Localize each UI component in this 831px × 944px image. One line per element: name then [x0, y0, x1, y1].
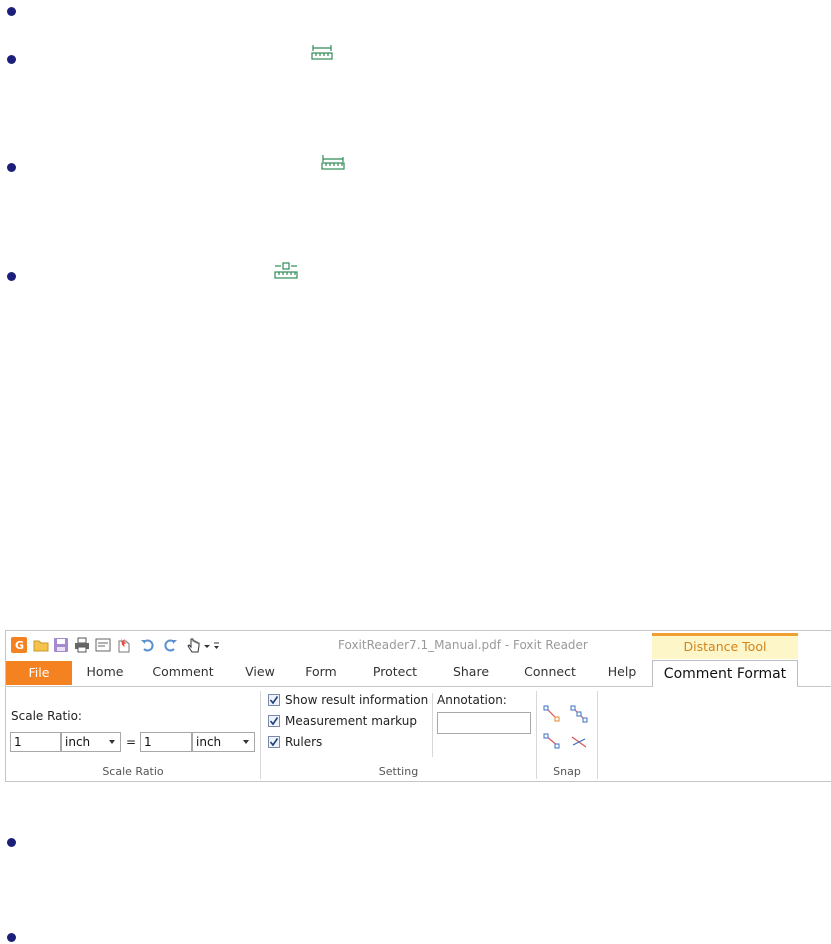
tab-file[interactable]: File: [6, 661, 72, 685]
snap-endpoint-icon[interactable]: [543, 705, 561, 723]
save-icon[interactable]: [53, 637, 69, 653]
group-separator: [597, 691, 598, 779]
tab-help[interactable]: Help: [602, 659, 642, 685]
annotation-input[interactable]: [437, 712, 531, 734]
checkbox-checked[interactable]: [268, 715, 280, 727]
tab-comment-format[interactable]: Comment Format: [652, 660, 798, 687]
title-bar: G FoxitReader7.1_Manual.pdf - Foxit Read…: [6, 631, 831, 659]
group-label-setting: Setting: [378, 765, 419, 778]
redo-icon[interactable]: [162, 637, 178, 653]
bullet: [7, 838, 16, 847]
tab-connect[interactable]: Connect: [518, 659, 582, 685]
new-icon[interactable]: [116, 637, 132, 653]
bullet: [7, 163, 16, 172]
snap-path-icon[interactable]: [543, 733, 561, 751]
distance-ruler-icon: [311, 45, 333, 60]
snap-midpoint-icon[interactable]: [570, 705, 588, 723]
equals-sign: =: [126, 735, 137, 749]
ribbon-panel: Scale Ratio: 1 inch = 1 inch Scale Ratio…: [6, 687, 831, 781]
annotation-label: Annotation:: [437, 693, 507, 707]
open-icon[interactable]: [33, 637, 49, 653]
properties-icon[interactable]: [95, 637, 111, 653]
ribbon-tabs: File Home Comment View Form Protect Shar…: [6, 659, 831, 687]
undo-icon[interactable]: [140, 637, 156, 653]
scale-ratio-label: Scale Ratio:: [11, 709, 82, 723]
chevron-down-icon: [109, 740, 115, 744]
contextual-tab-distance-tool: Distance Tool: [652, 633, 798, 659]
group-label-scale-ratio: Scale Ratio: [102, 765, 164, 778]
customize-icon[interactable]: [202, 637, 232, 653]
option-show-result-information[interactable]: Show result information: [268, 693, 428, 709]
tab-form[interactable]: Form: [299, 659, 343, 685]
scale-right-unit-select[interactable]: inch: [192, 732, 255, 752]
checkbox-checked[interactable]: [268, 694, 280, 706]
perimeter-ruler-icon: [321, 155, 345, 170]
inner-separator: [432, 693, 433, 757]
scale-left-unit-value: inch: [65, 735, 91, 749]
option-rulers[interactable]: Rulers: [268, 735, 322, 751]
bullet: [7, 7, 16, 16]
scale-right-value-input[interactable]: 1: [140, 732, 192, 752]
tab-share[interactable]: Share: [447, 659, 495, 685]
snap-intersection-icon[interactable]: [570, 733, 588, 751]
scale-left-unit-select[interactable]: inch: [61, 732, 121, 752]
print-icon[interactable]: [74, 637, 90, 653]
svg-text:G: G: [15, 639, 24, 652]
tab-comment[interactable]: Comment: [148, 659, 218, 685]
window-title: FoxitReader7.1_Manual.pdf - Foxit Reader: [338, 638, 588, 652]
tab-view[interactable]: View: [239, 659, 281, 685]
bullet: [7, 272, 16, 281]
checkbox-checked[interactable]: [268, 736, 280, 748]
tab-home[interactable]: Home: [82, 659, 128, 685]
bullet: [7, 933, 16, 942]
foxit-logo-icon[interactable]: G: [11, 637, 27, 653]
foxit-reader-ribbon: G FoxitReader7.1_Manual.pdf - Foxit Read…: [5, 630, 831, 782]
group-label-snap: Snap: [553, 765, 581, 778]
tab-protect[interactable]: Protect: [365, 659, 425, 685]
area-ruler-icon: [274, 262, 298, 279]
bullet: [7, 55, 16, 64]
option-measurement-markup[interactable]: Measurement markup: [268, 714, 417, 730]
scale-left-value-input[interactable]: 1: [10, 732, 61, 752]
scale-right-unit-value: inch: [196, 735, 222, 749]
chevron-down-icon: [243, 740, 249, 744]
hand-tool-icon[interactable]: [185, 637, 201, 653]
